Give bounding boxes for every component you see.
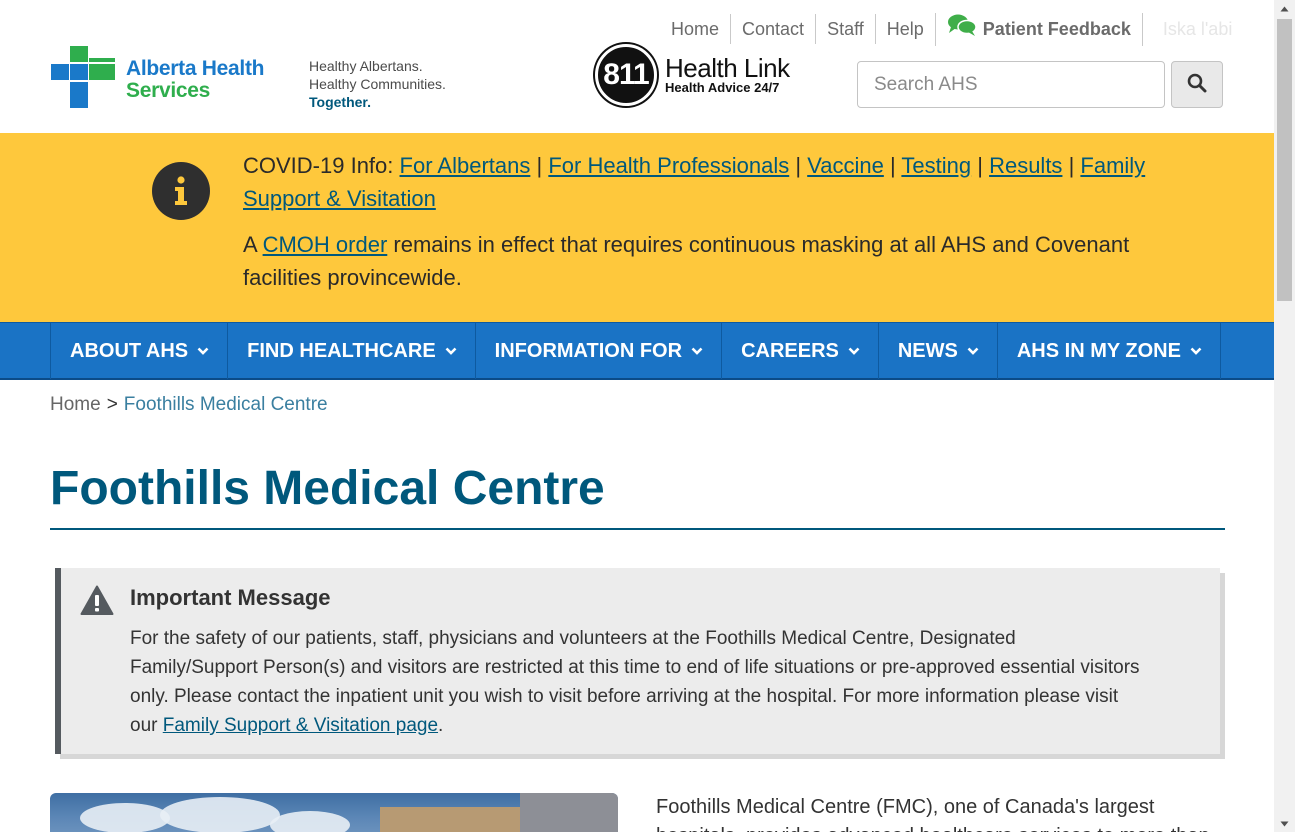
covid-link-albertans[interactable]: For Albertans (400, 153, 531, 178)
chevron-down-icon (197, 347, 209, 356)
chevron-down-icon (848, 347, 860, 356)
breadcrumb-current: Foothills Medical Centre (123, 394, 328, 415)
separator: | (977, 153, 983, 178)
cmoh-line: A CMOH order remains in effect that requ… (243, 228, 1183, 294)
tagline: Healthy Albertans. Healthy Communities. … (309, 57, 446, 111)
info-icon (152, 162, 210, 220)
separator: | (1068, 153, 1075, 178)
ahs-cross-icon (51, 46, 115, 113)
title-divider (50, 528, 1225, 530)
scroll-up-arrow-icon[interactable] (1274, 0, 1295, 17)
patient-feedback-link[interactable]: Patient Feedback (934, 12, 1143, 46)
vertical-scrollbar[interactable] (1274, 0, 1295, 832)
covid-link-results[interactable]: Results (989, 153, 1062, 178)
warning-icon (80, 585, 114, 621)
covid-link-testing[interactable]: Testing (901, 153, 971, 178)
breadcrumb-home-link[interactable]: Home (50, 394, 101, 415)
nav-information-for[interactable]: INFORMATION FOR (476, 323, 723, 379)
utility-home-link[interactable]: Home (660, 14, 730, 44)
nav-label: INFORMATION FOR (494, 339, 683, 362)
separator: | (536, 153, 543, 178)
covid-info-prefix: COVID-19 Info: (243, 153, 394, 178)
ahs-logo[interactable]: Alberta Health Services (51, 46, 264, 113)
covid-link-vaccine[interactable]: Vaccine (807, 153, 884, 178)
nav-about-ahs[interactable]: ABOUT AHS (51, 323, 229, 379)
nav-label: NEWS (897, 339, 958, 362)
scrollbar-thumb[interactable] (1277, 19, 1292, 301)
utility-contact-link[interactable]: Contact (730, 14, 815, 44)
chevron-down-icon (1190, 347, 1202, 356)
chat-bubbles-icon (947, 13, 977, 46)
scroll-down-arrow-icon[interactable] (1274, 815, 1295, 832)
utility-staff-link[interactable]: Staff (815, 14, 875, 44)
breadcrumb-separator: > (106, 394, 118, 415)
utility-nav: Home Contact Staff Help Patient Feedback… (660, 12, 1243, 46)
separator: | (889, 153, 896, 178)
nav-label: AHS IN MY ZONE (1016, 339, 1181, 362)
important-message-body: For the safety of our patients, staff, p… (130, 624, 1140, 740)
search-button[interactable] (1171, 61, 1223, 108)
healthlink-number: 811 (595, 44, 657, 106)
main-nav: ABOUT AHS FIND HEALTHCARE INFORMATION FO… (0, 322, 1274, 380)
page-title: Foothills Medical Centre (50, 462, 605, 515)
logo-line-2: Services (126, 78, 211, 102)
important-message-box: Important Message For the safety of our … (55, 568, 1220, 754)
nav-ahs-in-my-zone[interactable]: AHS IN MY ZONE (998, 323, 1221, 379)
nav-label: CAREERS (741, 339, 839, 362)
hospital-photo (50, 793, 618, 832)
tagline-line-3: Together. (309, 94, 371, 110)
breadcrumb: Home > Foothills Medical Centre (50, 394, 328, 416)
chevron-down-icon (967, 347, 979, 356)
utility-help-link[interactable]: Help (874, 14, 935, 44)
intro-paragraph: Foothills Medical Centre (FMC), one of C… (656, 796, 1210, 832)
important-message-heading: Important Message (130, 585, 331, 610)
cmoh-order-link[interactable]: CMOH order (263, 232, 388, 257)
search-input[interactable] (857, 61, 1165, 108)
search-icon (1187, 73, 1207, 96)
search-form (857, 61, 1223, 108)
tagline-line-2: Healthy Communities. (309, 76, 446, 92)
language-link[interactable]: Iska l'abi (1143, 14, 1243, 44)
covid-link-health-professionals[interactable]: For Health Professionals (548, 153, 789, 178)
separator: | (795, 153, 802, 178)
healthlink-811-logo[interactable]: 811 Health Link Health Advice 24/7 (595, 44, 790, 106)
nav-news[interactable]: NEWS (879, 323, 998, 379)
tagline-line-1: Healthy Albertans. (309, 58, 423, 74)
covid-banner-text: COVID-19 Info: For Albertans | For Healt… (243, 149, 1183, 307)
nav-careers[interactable]: CAREERS (722, 323, 879, 379)
covid-links-line: COVID-19 Info: For Albertans | For Healt… (243, 149, 1183, 215)
nav-label: ABOUT AHS (70, 339, 189, 362)
cmoh-prefix: A (243, 232, 257, 257)
site-header: Home Contact Staff Help Patient Feedback… (0, 0, 1274, 133)
logo-wordmark: Alberta Health Services (126, 56, 265, 102)
chevron-down-icon (445, 347, 457, 356)
nav-find-healthcare[interactable]: FIND HEALTHCARE (228, 323, 476, 379)
healthlink-text: Health Link Health Advice 24/7 (665, 55, 790, 95)
page: Home Contact Staff Help Patient Feedback… (0, 0, 1274, 832)
family-support-visitation-link[interactable]: Family Support & Visitation page (163, 715, 438, 736)
logo-line-1: Alberta Health (126, 56, 265, 80)
nav-label: FIND HEALTHCARE (247, 339, 436, 362)
patient-feedback-label: Patient Feedback (982, 19, 1131, 39)
important-message-end: . (438, 715, 444, 736)
healthlink-subtitle: Health Advice 24/7 (665, 80, 780, 95)
chevron-down-icon (691, 347, 703, 356)
healthlink-title: Health Link (665, 53, 790, 83)
